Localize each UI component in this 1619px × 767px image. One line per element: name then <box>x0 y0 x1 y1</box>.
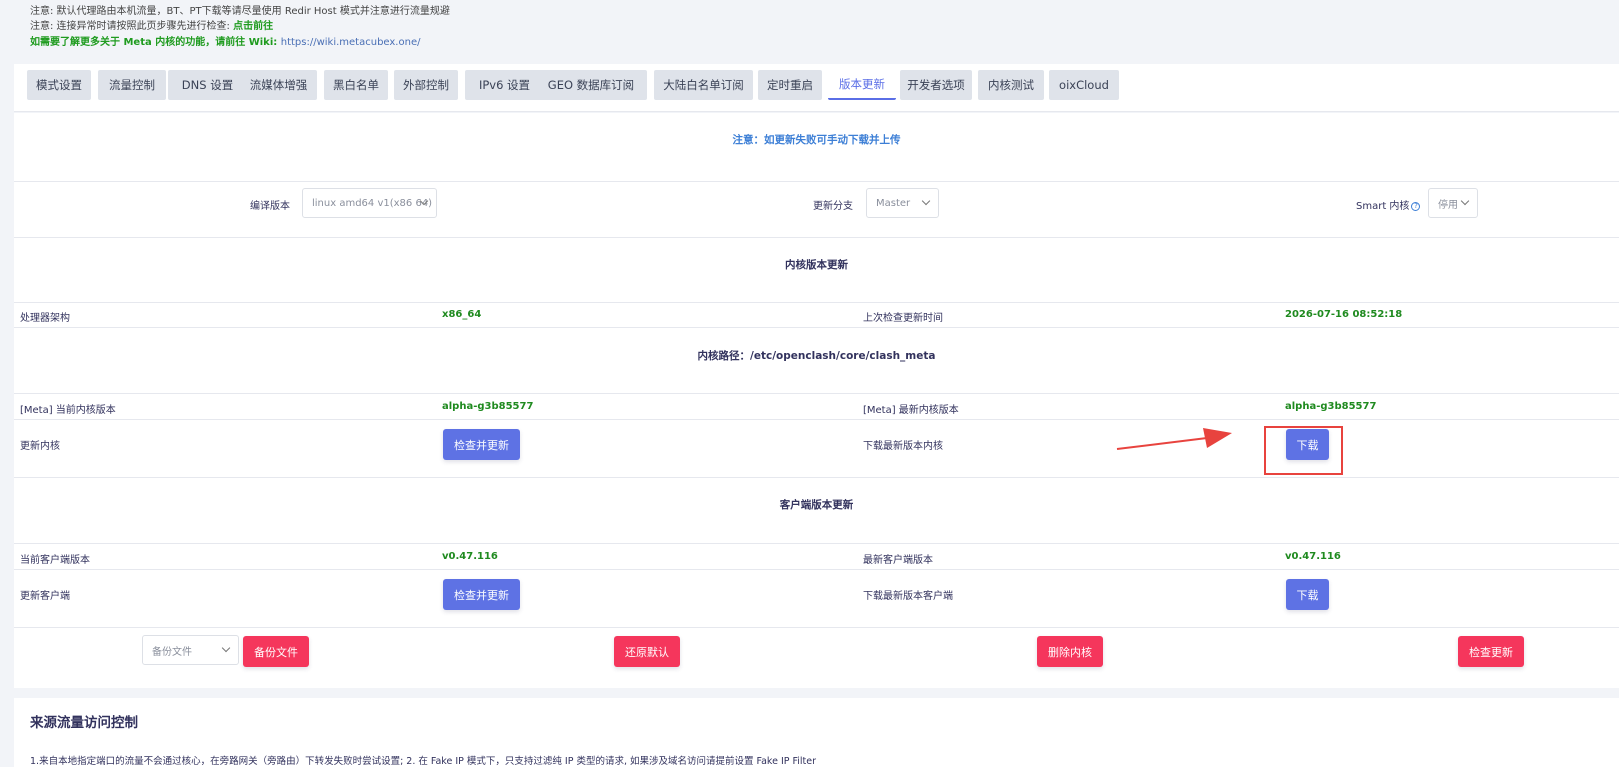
arch-label: 处理器架构 <box>20 313 70 324</box>
tab-developer-options[interactable]: 开发者选项 <box>900 70 972 100</box>
tab-dns-settings[interactable]: DNS 设置 <box>168 70 247 100</box>
backup-file-button[interactable]: 备份文件 <box>243 636 309 667</box>
update-branch-value: Master <box>876 197 911 209</box>
divider <box>14 543 1619 544</box>
update-client-label: 更新客户端 <box>20 591 70 602</box>
notice-line-1: 注意: 默认代理路由本机流量，BT、PT下载等请尽量使用 Redir Host … <box>30 6 450 17</box>
update-core-label: 更新内核 <box>20 441 60 452</box>
check-update-core-button[interactable]: 检查并更新 <box>443 429 520 460</box>
smart-core-value: 停用 <box>1438 199 1458 211</box>
tab-traffic-control[interactable]: 流量控制 <box>98 70 166 100</box>
compile-version-value: linux amd64 v1(x86 64) <box>312 197 433 209</box>
tab-streaming[interactable]: 流媒体增强 <box>240 70 317 100</box>
divider <box>14 327 1619 328</box>
tab-oixcloud[interactable]: oixCloud <box>1049 70 1119 100</box>
access-control-section: 来源流量访问控制 1.来自本地指定端口的流量不会通过核心，在旁路网关（旁路由）下… <box>14 698 1619 767</box>
backup-file-select-value: 备份文件 <box>152 646 192 658</box>
divider <box>14 419 1619 420</box>
chevron-down-icon <box>1460 196 1470 206</box>
notice-line-3: 如需要了解更多关于 Meta 内核的功能，请前往 Wiki: https://w… <box>30 36 420 50</box>
divider <box>14 569 1619 570</box>
tab-bar: 模式设置 流量控制 DNS 设置 流媒体增强 黑白名单 外部控制 IPv6 设置… <box>14 64 1619 112</box>
divider <box>14 477 1619 478</box>
tab-ipv6-settings[interactable]: IPv6 设置 <box>465 70 544 100</box>
delete-core-button[interactable]: 删除内核 <box>1037 636 1103 667</box>
divider <box>14 627 1619 628</box>
divider <box>14 302 1619 303</box>
access-control-desc: 1.来自本地指定端口的流量不会通过核心，在旁路网关（旁路由）下转发失败时尝试设置… <box>30 756 817 767</box>
client-section-title: 客户端版本更新 <box>779 499 854 511</box>
smart-core-label: Smart 内核? <box>1356 197 1421 212</box>
current-client-value: v0.47.116 <box>442 551 498 562</box>
smart-core-select[interactable]: 停用 <box>1428 188 1478 218</box>
notice-line-2: 注意: 连接异常时请按照此页步骤先进行检查: 点击前往 <box>30 20 273 34</box>
notice-line-3-text: 如需要了解更多关于 Meta 内核的功能，请前往 Wiki: <box>30 37 278 48</box>
tab-scheduled-restart[interactable]: 定时重启 <box>758 70 822 100</box>
latest-client-label: 最新客户端版本 <box>863 555 933 566</box>
check-update-client-button[interactable]: 检查并更新 <box>443 579 520 610</box>
check-update-button[interactable]: 检查更新 <box>1458 636 1524 667</box>
compile-version-select[interactable]: linux amd64 v1(x86 64) <box>302 188 437 218</box>
core-path: 内核路径：/etc/openclash/core/clash_meta <box>697 350 936 362</box>
divider <box>14 181 1619 182</box>
access-control-title: 来源流量访问控制 <box>30 715 138 731</box>
tab-version-update[interactable]: 版本更新 <box>828 70 896 100</box>
smart-core-label-text: Smart 内核 <box>1356 201 1410 212</box>
last-check-label: 上次检查更新时间 <box>863 313 943 324</box>
update-branch-label: 更新分支 <box>813 201 853 212</box>
arch-value: x86_64 <box>442 309 482 320</box>
compile-version-label: 编译版本 <box>250 201 290 212</box>
latest-client-value: v0.47.116 <box>1285 551 1341 562</box>
chevron-down-icon <box>221 643 231 653</box>
highlight-box <box>1264 426 1343 475</box>
red-arrow-icon <box>1116 428 1232 450</box>
tab-mainland-whitelist[interactable]: 大陆白名单订阅 <box>654 70 753 100</box>
update-failure-notice: 注意：如更新失败可手动下载并上传 <box>732 134 901 146</box>
divider <box>14 237 1619 238</box>
current-client-label: 当前客户端版本 <box>20 555 90 566</box>
tab-core-test[interactable]: 内核测试 <box>978 70 1044 100</box>
core-section-title: 内核版本更新 <box>785 259 848 271</box>
download-client-label: 下载最新版本客户端 <box>863 591 953 602</box>
tab-geo-subscription[interactable]: GEO 数据库订阅 <box>535 70 647 100</box>
wiki-link[interactable]: https://wiki.metacubex.one/ <box>281 37 421 48</box>
tab-mode-settings[interactable]: 模式设置 <box>27 70 91 100</box>
chevron-down-icon <box>921 196 931 206</box>
restore-default-button[interactable]: 还原默认 <box>614 636 680 667</box>
download-client-button[interactable]: 下载 <box>1286 579 1329 610</box>
tab-black-white-list[interactable]: 黑白名单 <box>324 70 388 100</box>
latest-core-label: [Meta] 最新内核版本 <box>863 405 959 416</box>
last-check-value: 2026-07-16 08:52:18 <box>1285 309 1403 320</box>
current-core-value: alpha-g3b85577 <box>442 401 534 412</box>
download-core-label: 下载最新版本内核 <box>863 441 943 452</box>
backup-file-select[interactable]: 备份文件 <box>142 635 239 665</box>
update-branch-select[interactable]: Master <box>866 188 939 218</box>
notice-line-2-text: 注意: 连接异常时请按照此页步骤先进行检查: <box>30 21 230 32</box>
help-icon[interactable]: ? <box>1411 202 1421 211</box>
tab-external-control[interactable]: 外部控制 <box>394 70 458 100</box>
divider <box>14 393 1619 394</box>
check-link[interactable]: 点击前往 <box>233 21 273 32</box>
version-update-panel: 注意：如更新失败可手动下载并上传 编译版本 linux amd64 v1(x86… <box>14 113 1619 688</box>
current-core-label: [Meta] 当前内核版本 <box>20 405 116 416</box>
latest-core-value: alpha-g3b85577 <box>1285 401 1377 412</box>
